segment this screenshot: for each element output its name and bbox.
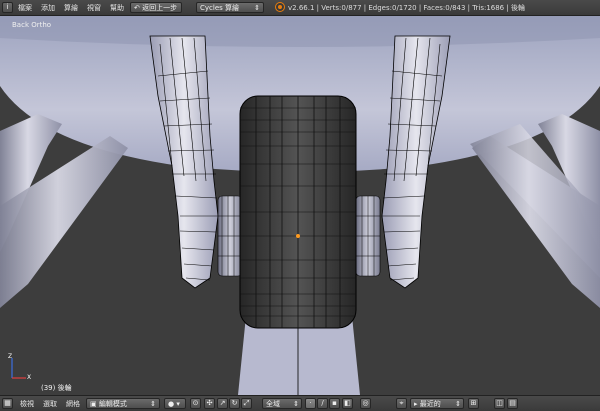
scale-icon[interactable]: ⤢ — [241, 398, 252, 409]
dropdown-arrow-icon: ⇕ — [254, 4, 260, 12]
mode-select[interactable]: ▣ 編輯模式 ⇕ — [86, 398, 160, 409]
undo-button[interactable]: ↶ 返回上一步 — [130, 2, 182, 13]
view-label: Back Ortho — [12, 21, 52, 29]
3d-view-header: ▦ 檢視 選取 網格 ▣ 編輯模式 ⇕ ● ▾ ⊙ ✣ ↗ ↻ ⤢ 全域 ⇕ ·… — [0, 395, 600, 411]
menu-select[interactable]: 選取 — [43, 398, 57, 410]
scene-stats: v2.66.1 | Verts:0/877 | Edges:0/1720 | F… — [288, 4, 525, 12]
vertex-select-icon[interactable]: · — [305, 398, 316, 409]
mesh-render — [0, 16, 600, 395]
axis-x-label: X — [27, 374, 32, 381]
menu-help[interactable]: 幫助 — [110, 2, 124, 14]
viewport-shading-select[interactable]: ● ▾ — [164, 398, 186, 409]
translate-icon[interactable]: ↗ — [217, 398, 228, 409]
editor-type-icon[interactable]: i — [2, 2, 13, 13]
dropdown-arrow-icon: ⇕ — [150, 400, 156, 408]
solid-shading-icon: ● ▾ — [168, 400, 180, 408]
rotate-icon[interactable]: ↻ — [229, 398, 240, 409]
dropdown-arrow-icon: ⇕ — [455, 400, 461, 408]
render-preview-icon[interactable]: ◫ — [494, 398, 505, 409]
face-select-icon[interactable]: ▪ — [329, 398, 340, 409]
menu-add[interactable]: 添加 — [41, 2, 55, 14]
editor-type-icon[interactable]: ▦ — [2, 398, 13, 409]
wheel-mesh — [239, 95, 357, 329]
axis-gizmo — [11, 358, 26, 379]
menu-view[interactable]: 檢視 — [20, 398, 34, 410]
blender-logo-icon — [276, 3, 284, 11]
edit-mode-icon: ▣ — [90, 400, 99, 408]
axis-z-label: Z — [8, 353, 13, 360]
render-engine-select[interactable]: Cycles 算繪 ⇕ — [196, 2, 264, 13]
info-header: i 檔案 添加 算繪 視窗 幫助 ↶ 返回上一步 Cycles 算繪 ⇕ v2.… — [0, 0, 600, 16]
manipulator-toggle-icon[interactable]: ✣ — [204, 398, 215, 409]
transform-orientation-select[interactable]: 全域 ⇕ — [262, 398, 302, 409]
menu-render[interactable]: 算繪 — [64, 2, 78, 14]
object-label: (39) 後輪 — [41, 384, 72, 392]
pivot-point-icon[interactable]: ⊙ — [190, 398, 201, 409]
menu-window[interactable]: 視窗 — [87, 2, 101, 14]
menu-mesh[interactable]: 網格 — [66, 398, 80, 410]
snap-toggle-icon[interactable]: ⌖ — [396, 398, 407, 409]
proportional-edit-icon[interactable]: ◎ — [360, 398, 371, 409]
dropdown-arrow-icon: ⇕ — [293, 400, 299, 408]
menu-file[interactable]: 檔案 — [18, 2, 32, 14]
limit-selection-icon[interactable]: ◧ — [342, 398, 353, 409]
undo-icon: ↶ — [134, 4, 143, 12]
align-icon[interactable]: ⊞ — [468, 398, 479, 409]
camera-render-icon[interactable]: ▤ — [507, 398, 518, 409]
snap-target-select[interactable]: ▸ 最近的 ⇕ — [410, 398, 464, 409]
3d-viewport[interactable]: Back Ortho (39) 後輪 Z X — [0, 16, 600, 395]
edge-select-icon[interactable]: / — [317, 398, 328, 409]
